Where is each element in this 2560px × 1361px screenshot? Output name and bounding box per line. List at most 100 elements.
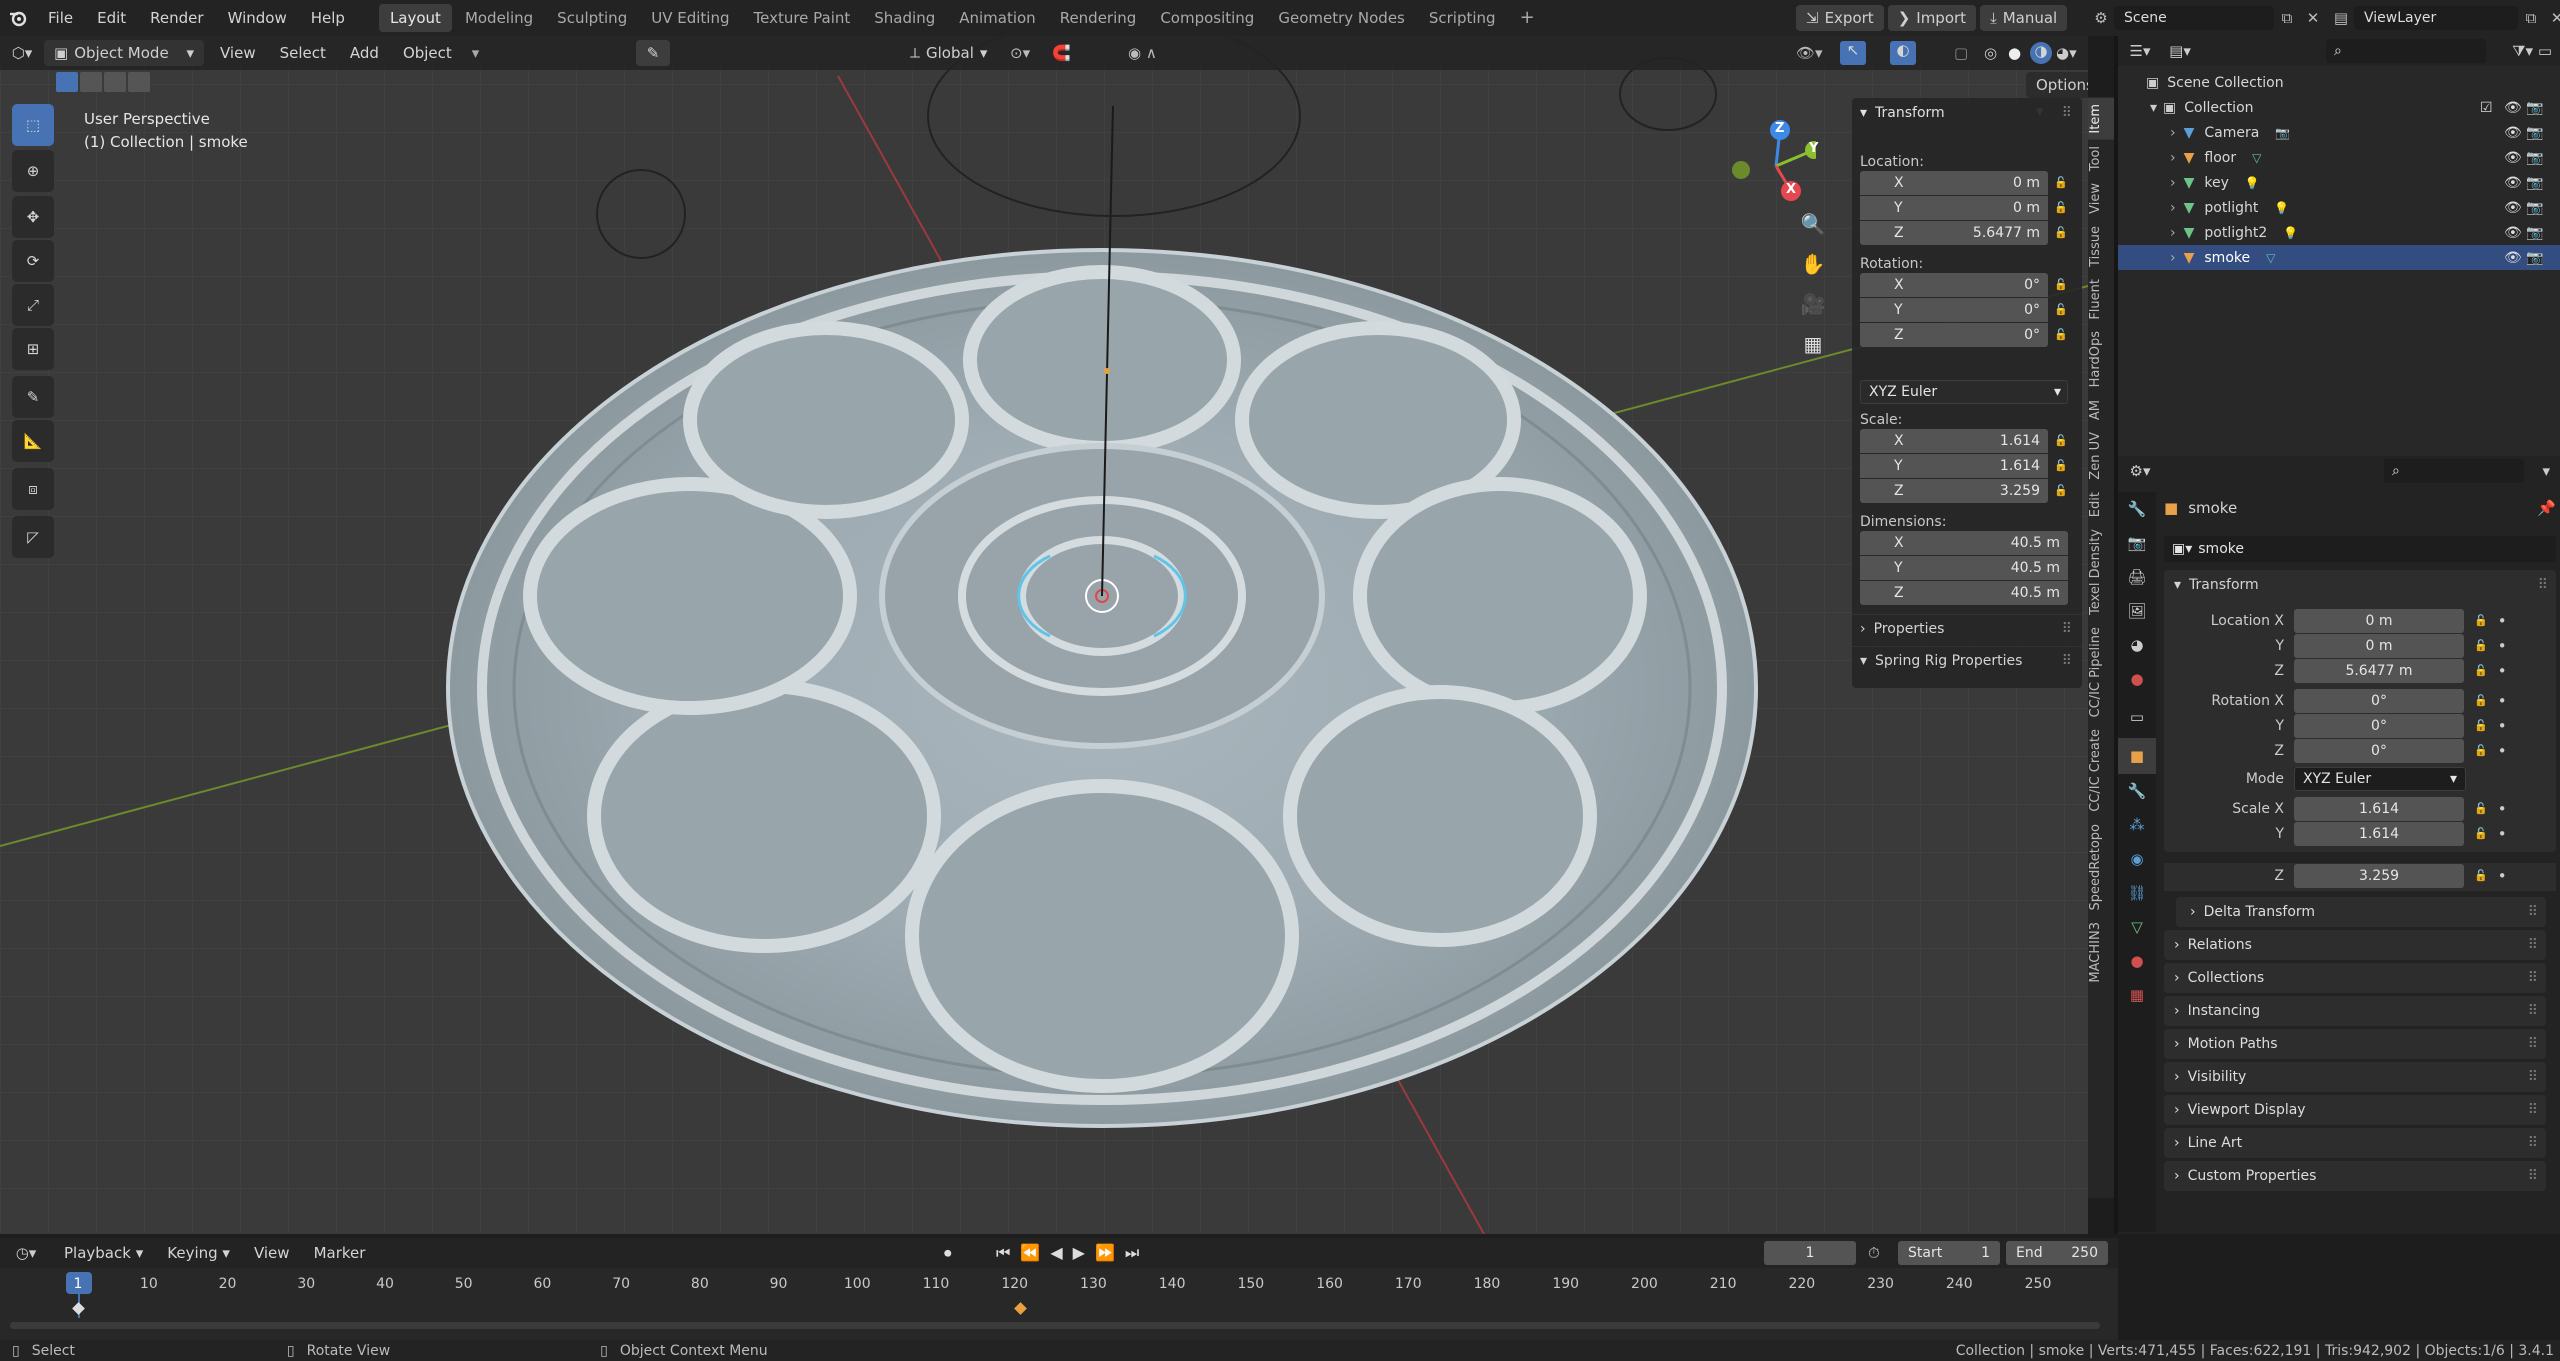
jump-start-icon[interactable]: ⏮: [996, 1243, 1020, 1262]
panel-visibility[interactable]: › Visibility ⠿: [2164, 1062, 2546, 1092]
npanel-spring-rig-header[interactable]: ▾ Spring Rig Properties ⠿: [1852, 646, 2082, 674]
keyframe-dot-icon[interactable]: •: [2498, 825, 2507, 843]
checkbox-icon[interactable]: ☑: [2480, 100, 2493, 116]
chevron-right-icon[interactable]: ›: [2170, 225, 2176, 241]
gizmo-toggle-icon[interactable]: ↖: [1840, 41, 1866, 65]
rotate-tool-icon[interactable]: ⟳: [12, 240, 54, 282]
select-extend-icon[interactable]: [80, 72, 102, 92]
eye-icon[interactable]: 👁: [2504, 200, 2522, 216]
properties-search-input[interactable]: ⌕: [2384, 459, 2524, 483]
scale-lock-icon[interactable]: 🔓: [2054, 434, 2068, 447]
outliner-item-smoke[interactable]: › ▼ smoke ▽ 👁 📷: [2118, 245, 2560, 270]
scene-name-field[interactable]: Scene: [2114, 6, 2274, 30]
physics-properties-icon[interactable]: ◉: [2118, 842, 2156, 876]
outliner-item-floor[interactable]: › ▼ floor ▽ 👁 📷: [2118, 145, 2560, 170]
scale-x-field[interactable]: X 1.614: [1860, 428, 2048, 453]
panel-instancing[interactable]: › Instancing ⠿: [2164, 996, 2546, 1026]
overlay-toggle-icon[interactable]: ◐: [1890, 41, 1916, 65]
properties-editor-icon[interactable]: ⚙▾: [2118, 462, 2162, 480]
chevron-right-icon[interactable]: ›: [2170, 250, 2176, 266]
tab-layout[interactable]: Layout: [378, 4, 452, 32]
viewport-canvas[interactable]: [0, 36, 2088, 1234]
npanel-transform-header[interactable]: ▾ Transform ⠿: [1852, 98, 2082, 128]
visibility-icon[interactable]: 👁▾: [1796, 44, 1823, 62]
outliner-item-key[interactable]: › ▼ key 💡 👁 📷: [2118, 170, 2560, 195]
npanel-tab-texel-density[interactable]: Texel Density: [2088, 523, 2114, 621]
location-z-field[interactable]: 5.6477 m: [2294, 658, 2464, 683]
outliner-search-input[interactable]: ⌕: [2326, 39, 2486, 63]
mode-dropdown[interactable]: ▣ Object Mode ▾: [44, 40, 204, 66]
menu-keying[interactable]: Keying ▾: [155, 1235, 242, 1271]
drag-handle-icon[interactable]: ⠿: [2528, 1069, 2538, 1085]
cursor-tool-icon[interactable]: ⊕: [12, 150, 54, 192]
npanel-tab-tissue[interactable]: Tissue: [2088, 220, 2114, 273]
select-subtract-icon[interactable]: [104, 72, 126, 92]
filter-icon[interactable]: ⧩▾ ▭: [2512, 42, 2552, 60]
panel-motion-paths[interactable]: › Motion Paths ⠿: [2164, 1029, 2546, 1059]
rotation-lock-icon[interactable]: 🔓: [2054, 303, 2068, 316]
drag-handle-icon[interactable]: ⠿: [2528, 970, 2538, 986]
play-reverse-icon[interactable]: ◀: [1050, 1243, 1072, 1262]
manual-button[interactable]: ⤓ Manual: [1980, 5, 2068, 31]
keyframe-dot-icon[interactable]: •: [2498, 800, 2507, 818]
snap-icon[interactable]: 🧲: [1052, 44, 1071, 62]
render-toggle-icon[interactable]: 📷: [2526, 150, 2543, 166]
zoom-icon[interactable]: 🔍: [1796, 212, 1830, 252]
eye-icon[interactable]: 👁: [2504, 175, 2522, 191]
lock-icon[interactable]: 🔓: [2474, 869, 2488, 882]
add-cube-tool-icon[interactable]: ⧈: [12, 468, 54, 510]
lock-icon[interactable]: 🔓: [2474, 639, 2488, 652]
select-invert-icon[interactable]: [128, 72, 150, 92]
eyedropper-icon[interactable]: ✎: [636, 40, 670, 66]
measure-tool-icon[interactable]: 📐: [12, 420, 54, 462]
npanel-tab-fluent[interactable]: Fluent: [2088, 273, 2114, 326]
lock-icon[interactable]: 🔓: [2474, 694, 2488, 707]
modifier-properties-icon[interactable]: 🔧: [2118, 774, 2156, 808]
chevron-right-icon[interactable]: ›: [2170, 125, 2176, 141]
object-properties-icon[interactable]: ■: [2118, 738, 2156, 774]
scale-tool-icon[interactable]: ⤢: [12, 284, 54, 326]
texture-properties-icon[interactable]: ▦: [2118, 978, 2156, 1012]
menu-render[interactable]: Render: [138, 0, 215, 36]
rotation-z-field[interactable]: Z 0°: [1860, 322, 2048, 347]
rotation-mode-dropdown[interactable]: XYZ Euler ▾: [1860, 380, 2068, 404]
render-toggle-icon[interactable]: 📷: [2526, 175, 2543, 191]
mandala-floor-mesh[interactable]: [446, 248, 1758, 1128]
viewport-3d[interactable]: ⬡▾ ▣ Object Mode ▾ View Select Add Object…: [0, 36, 2088, 1234]
constraint-properties-icon[interactable]: ⛓: [2118, 876, 2156, 910]
drag-handle-icon[interactable]: ⠿: [2528, 904, 2538, 920]
npanel-tab-am[interactable]: AM: [2088, 394, 2114, 426]
rotation-x-field[interactable]: X 0°: [1860, 272, 2048, 297]
pivot-icon[interactable]: ⊙▾: [1010, 44, 1030, 62]
npanel-tab-hardops[interactable]: HardOps: [2088, 325, 2114, 393]
dimensions-y-field[interactable]: Y 40.5 m: [1860, 555, 2068, 580]
collection-properties-icon[interactable]: ▭: [2118, 696, 2156, 738]
npanel-tab-item[interactable]: Item: [2088, 98, 2114, 140]
lock-icon[interactable]: 🔓: [2474, 614, 2488, 627]
render-toggle-icon[interactable]: 📷: [2526, 125, 2543, 141]
panel-collections[interactable]: › Collections ⠿: [2164, 963, 2546, 993]
output-properties-icon[interactable]: 🖨: [2118, 560, 2156, 594]
view-layer-field[interactable]: ViewLayer: [2354, 6, 2518, 30]
prev-keyframe-icon[interactable]: ⏪: [1020, 1243, 1050, 1262]
editor-type-icon[interactable]: ⬡▾: [0, 44, 44, 62]
menu-add[interactable]: Add: [338, 36, 391, 71]
rotation-mode-dropdown[interactable]: XYZ Euler ▾: [2294, 766, 2466, 791]
xray-icon[interactable]: ▢: [1954, 44, 1968, 62]
delete-scene-icon[interactable]: ✕: [2300, 9, 2326, 27]
keyframe-dot-icon[interactable]: •: [2498, 662, 2507, 680]
annotate-tool-icon[interactable]: ✎: [12, 376, 54, 418]
menu-select[interactable]: Select: [268, 36, 338, 71]
menu-playback[interactable]: Playback ▾: [52, 1235, 155, 1271]
camera-view-icon[interactable]: 🎥: [1796, 292, 1830, 332]
keyframe-dot-icon[interactable]: •: [2498, 692, 2507, 710]
menu-object[interactable]: Object: [391, 36, 464, 71]
delta-transform-header[interactable]: › Delta Transform ⠿: [2176, 897, 2546, 927]
drag-handle-icon[interactable]: ⠿: [2528, 1102, 2538, 1118]
npanel-tab-speedretopo[interactable]: SpeedRetopo: [2088, 818, 2114, 916]
lock-icon[interactable]: 🔓: [2474, 827, 2488, 840]
render-properties-icon[interactable]: 📷: [2118, 526, 2156, 560]
keyframe-dot-icon[interactable]: •: [2498, 637, 2507, 655]
keyframe-dot-icon[interactable]: •: [2498, 742, 2507, 760]
render-toggle-icon[interactable]: 📷: [2526, 250, 2543, 266]
